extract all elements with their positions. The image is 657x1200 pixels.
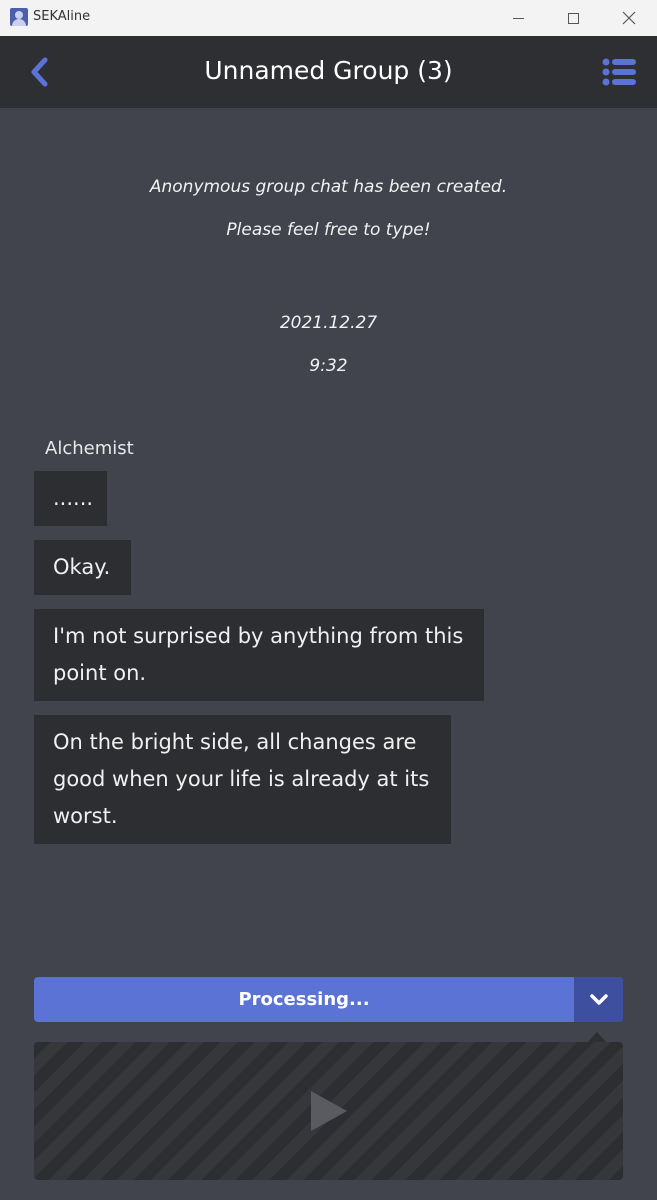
panel-pointer bbox=[588, 1032, 606, 1042]
chevron-down-icon bbox=[589, 993, 608, 1005]
minimize-button[interactable] bbox=[490, 0, 546, 36]
chat-title: Unnamed Group (3) bbox=[204, 56, 453, 85]
playback-panel[interactable] bbox=[34, 1042, 623, 1180]
window-titlebar: SEKAline bbox=[0, 0, 657, 36]
window-title: SEKAline bbox=[33, 9, 91, 24]
processing-label: Processing... bbox=[238, 989, 370, 1010]
maximize-icon bbox=[567, 12, 579, 24]
message-bubble: On the bright side, all changes are good… bbox=[34, 715, 451, 844]
app-icon bbox=[10, 8, 28, 26]
system-message-created: Anonymous group chat has been created. bbox=[149, 177, 508, 197]
list-icon bbox=[602, 58, 636, 86]
message-bubble: ...... bbox=[34, 471, 107, 526]
expand-button[interactable] bbox=[574, 977, 623, 1022]
maximize-button[interactable] bbox=[545, 0, 601, 36]
sender-name: Alchemist bbox=[45, 438, 134, 459]
processing-bar: Processing... bbox=[34, 977, 623, 1022]
close-button[interactable] bbox=[601, 0, 657, 36]
system-message-prompt: Please feel free to type! bbox=[226, 220, 431, 240]
play-icon[interactable] bbox=[309, 1089, 349, 1133]
minimize-icon bbox=[512, 17, 524, 19]
message-bubble: Okay. bbox=[34, 540, 131, 595]
chat-header: Unnamed Group (3) bbox=[0, 36, 657, 108]
close-icon bbox=[622, 11, 636, 25]
chat-area[interactable]: Anonymous group chat has been created. P… bbox=[0, 108, 657, 1200]
menu-button[interactable] bbox=[598, 54, 640, 90]
timestamp-date: 2021.12.27 bbox=[279, 313, 378, 333]
timestamp-time: 9:32 bbox=[309, 356, 348, 376]
message-bubble: I'm not surprised by anything from this … bbox=[34, 609, 484, 701]
